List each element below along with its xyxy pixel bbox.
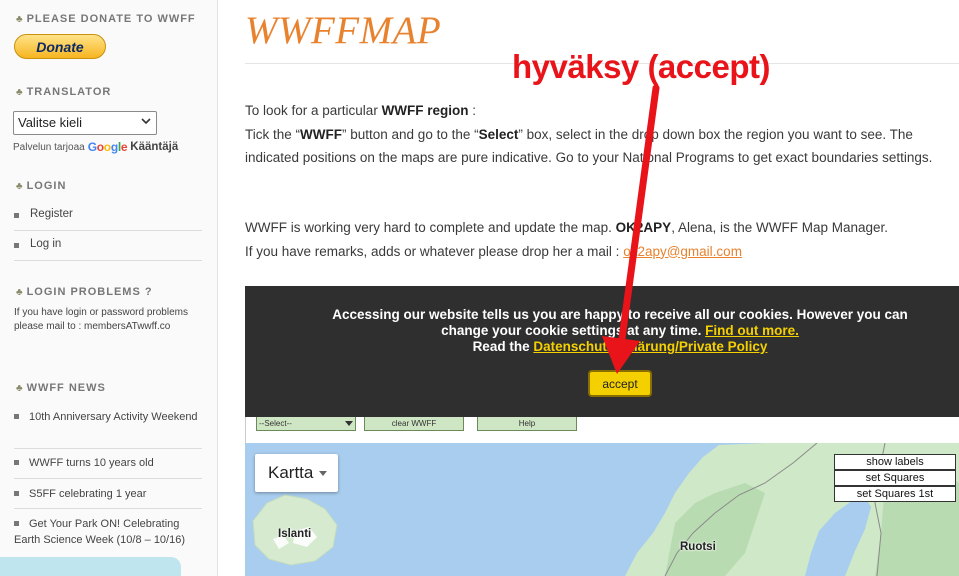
clover-icon: ♣ bbox=[16, 14, 24, 25]
help-button[interactable]: Help bbox=[477, 416, 577, 431]
main-content: WWFFMAP To look for a particular WWFF re… bbox=[245, 0, 959, 576]
news-item[interactable]: 10th Anniversary Activity Weekend bbox=[14, 409, 202, 425]
intro-paragraph: To look for a particular WWFF region : T… bbox=[245, 99, 959, 170]
news-item-label: Get Your Park ON! Celebrating Earth Scie… bbox=[14, 518, 186, 546]
translator-heading: ♣ TRANSLATOR bbox=[16, 86, 111, 98]
bullet-icon bbox=[14, 243, 19, 248]
login-problems-heading: ♣ LOGIN PROBLEMS ? bbox=[16, 286, 153, 298]
register-label: Register bbox=[30, 208, 73, 220]
bullet-icon bbox=[14, 490, 19, 496]
page-title: WWFFMAP bbox=[245, 9, 442, 52]
login-link[interactable]: Log in bbox=[14, 238, 202, 250]
news-item-label: WWFF turns 10 years old bbox=[29, 457, 154, 469]
map-view[interactable]: Kartta Islanti Ruotsi show labels set Sq… bbox=[245, 443, 959, 576]
login-problems-heading-label: LOGIN PROBLEMS ? bbox=[26, 286, 153, 298]
bullet-icon bbox=[14, 520, 19, 526]
news-item-label: 10th Anniversary Activity Weekend bbox=[29, 411, 198, 423]
news-item[interactable]: WWFF turns 10 years old bbox=[14, 455, 202, 471]
translator-heading-label: TRANSLATOR bbox=[26, 86, 112, 98]
manager-callsign: OK2APY bbox=[615, 220, 672, 235]
divider bbox=[14, 478, 202, 479]
map-label-iceland: Islanti bbox=[278, 528, 312, 540]
instructions-bold: WWFF bbox=[300, 126, 342, 142]
news-item[interactable]: S5FF celebrating 1 year bbox=[14, 486, 202, 502]
cookie-line: Read the bbox=[472, 339, 534, 354]
manager-text: WWFF is working very hard to complete an… bbox=[245, 220, 616, 235]
map-toolbar: --Select-- clear WWFF Help bbox=[245, 416, 959, 443]
divider bbox=[14, 448, 202, 449]
region-select[interactable]: --Select-- bbox=[256, 416, 356, 431]
divider bbox=[14, 230, 202, 231]
manager-text: , Alena, is the WWFF Map Manager. bbox=[671, 220, 889, 235]
set-squares-first-button[interactable]: set Squares 1st bbox=[834, 486, 956, 502]
language-select-value: Valitse kieli bbox=[18, 115, 83, 130]
annotation-label: hyväksy (accept) bbox=[512, 48, 770, 85]
powered-by-text: Palvelun tarjoaa bbox=[13, 141, 85, 153]
privacy-policy-link[interactable]: Datenschutzerklärung/Private Policy bbox=[533, 339, 767, 354]
cookie-line: Accessing our website tells us you are h… bbox=[332, 307, 908, 322]
sidebar: ♣ PLEASE DONATE TO WWFF Donate ♣ TRANSLATO… bbox=[0, 0, 218, 576]
bullet-icon bbox=[14, 213, 19, 218]
login-heading: ♣ LOGIN bbox=[16, 180, 66, 192]
clear-wwff-button[interactable]: clear WWFF bbox=[364, 416, 464, 431]
cookie-line: change your cookie settings at any time. bbox=[441, 323, 706, 338]
donate-button[interactable]: Donate bbox=[14, 34, 106, 59]
instructions-text: Tick the “ bbox=[245, 126, 301, 142]
map-type-label: Kartta bbox=[268, 463, 314, 482]
chevron-down-icon bbox=[141, 118, 151, 125]
map-label-sweden: Ruotsi bbox=[680, 541, 716, 553]
divider bbox=[14, 508, 202, 509]
map-type-button[interactable]: Kartta bbox=[255, 454, 338, 492]
manager-text: If you have remarks, adds or whatever pl… bbox=[245, 243, 624, 259]
donate-heading-label: PLEASE DONATE TO WWFF bbox=[26, 13, 196, 25]
language-select[interactable]: Valitse kieli bbox=[13, 111, 157, 135]
set-squares-button[interactable]: set Squares bbox=[834, 470, 956, 486]
news-item-label: S5FF celebrating 1 year bbox=[29, 488, 147, 500]
bullet-icon bbox=[14, 459, 19, 465]
find-out-more-link[interactable]: Find out more. bbox=[705, 323, 799, 338]
intro-text: To look for a particular bbox=[245, 103, 382, 118]
cookie-banner: Accessing our website tells us you are h… bbox=[245, 286, 959, 417]
google-translate-credit: Palvelun tarjoaa Google Kääntäjä bbox=[13, 140, 178, 154]
clover-icon: ♣ bbox=[16, 87, 24, 98]
register-link[interactable]: Register bbox=[14, 208, 202, 220]
news-item[interactable]: Get Your Park ON! Celebrating Earth Scie… bbox=[14, 516, 202, 548]
cookie-text: Accessing our website tells us you are h… bbox=[280, 307, 959, 355]
caret-down-icon bbox=[319, 471, 328, 477]
show-labels-button[interactable]: show labels bbox=[834, 454, 956, 470]
news-heading: ♣ WWFF NEWS bbox=[16, 382, 106, 394]
intro-colon: : bbox=[468, 103, 477, 118]
clover-icon: ♣ bbox=[16, 287, 24, 298]
chevron-down-icon bbox=[345, 421, 353, 426]
clover-icon: ♣ bbox=[16, 383, 24, 394]
donate-heading: ♣ PLEASE DONATE TO WWFF bbox=[16, 13, 196, 25]
google-logo[interactable]: Google bbox=[88, 140, 128, 154]
region-select-value: --Select-- bbox=[259, 419, 292, 428]
accept-cookies-button[interactable]: accept bbox=[588, 370, 652, 397]
login-problems-text: If you have login or password problems p… bbox=[14, 307, 188, 332]
manager-paragraph: WWFF is working very hard to complete an… bbox=[245, 216, 959, 263]
news-heading-label: WWFF NEWS bbox=[26, 382, 106, 394]
clover-icon: ♣ bbox=[16, 181, 24, 192]
instructions-bold: Select bbox=[478, 126, 519, 142]
translate-label: Kääntäjä bbox=[130, 141, 179, 153]
intro-bold: WWFF region bbox=[381, 103, 469, 118]
login-heading-label: LOGIN bbox=[26, 180, 67, 192]
bullet-icon bbox=[14, 413, 19, 419]
login-label: Log in bbox=[30, 238, 62, 250]
instructions-text: ” button and go to the “ bbox=[342, 126, 479, 142]
email-link[interactable]: ok2apy@gmail.com bbox=[623, 244, 742, 259]
chat-widget-tab[interactable] bbox=[0, 557, 181, 576]
divider bbox=[14, 260, 202, 261]
